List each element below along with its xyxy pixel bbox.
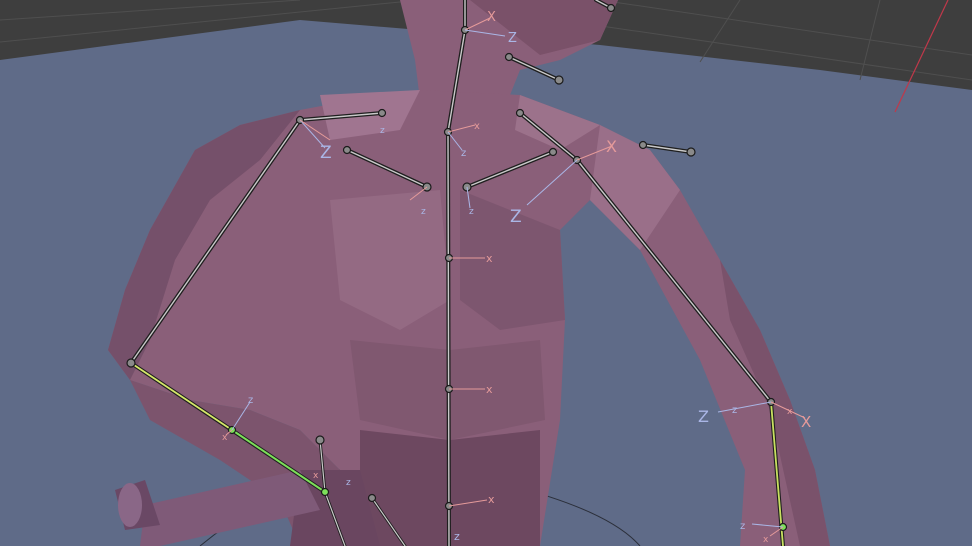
- axis-label-z: Z: [508, 31, 517, 46]
- 3d-viewport[interactable]: X Z Z x z z X Z z z x x x z z x z x Z z …: [0, 0, 972, 546]
- axis-label-x: x: [313, 471, 319, 481]
- axis-label-z: z: [740, 521, 745, 532]
- axis-label-z: z: [469, 207, 474, 217]
- axis-label-z: z: [454, 530, 460, 543]
- axis-label-z: z: [461, 148, 466, 159]
- axis-label-z: z: [732, 405, 737, 416]
- axis-label-z: z: [248, 395, 253, 406]
- axis-label-x: x: [763, 535, 769, 545]
- axis-label-z: z: [380, 126, 385, 136]
- axis-label-z: z: [421, 207, 426, 217]
- axis-label-x: x: [486, 383, 493, 396]
- axis-label-z: Z: [698, 407, 709, 426]
- axis-label-x: x: [488, 493, 495, 506]
- axis-label-x: x: [474, 121, 480, 132]
- axis-label-x: X: [487, 10, 496, 25]
- axis-label-x: x: [787, 407, 793, 417]
- axis-label-z: Z: [510, 207, 522, 227]
- axis-label-z: Z: [320, 143, 332, 163]
- axis-label-x: x: [222, 433, 228, 443]
- axis-label-z: z: [346, 478, 351, 488]
- axis-label-x: X: [606, 137, 617, 156]
- axis-label-x: X: [801, 413, 811, 431]
- axis-label-x: x: [486, 252, 493, 265]
